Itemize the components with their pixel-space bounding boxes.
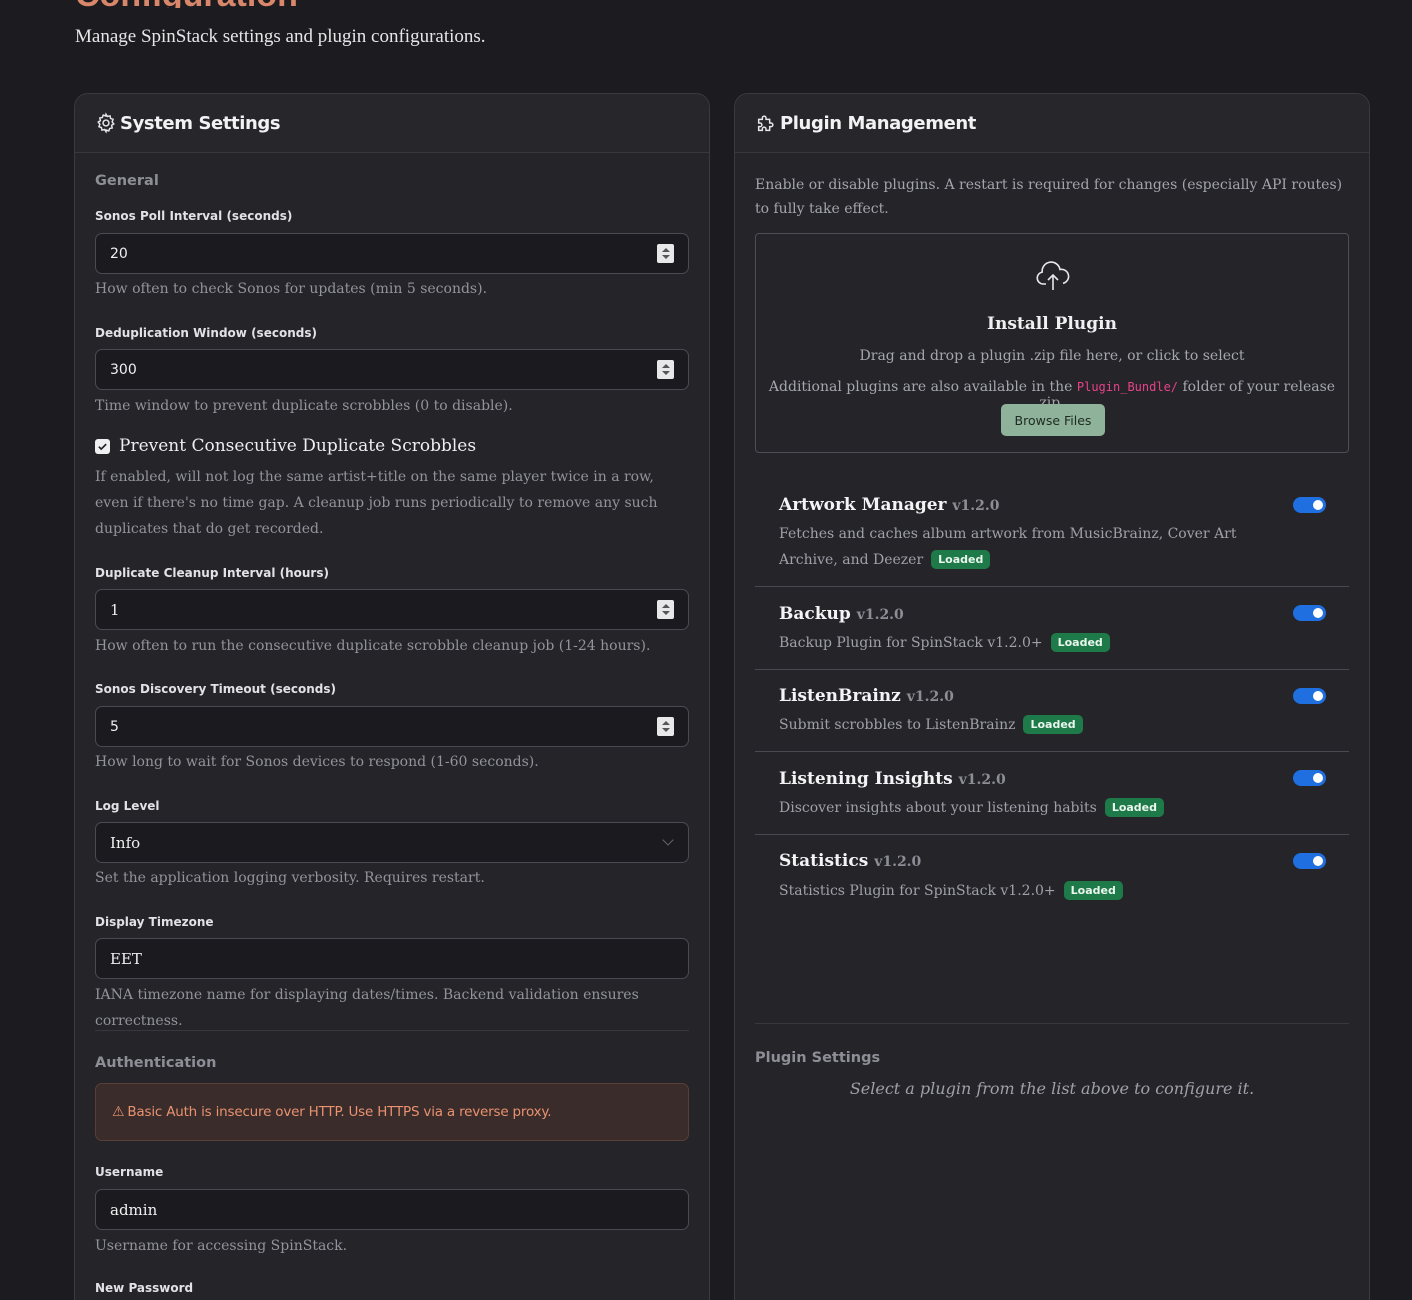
plugin-settings-title: Plugin Settings xyxy=(755,1050,881,1066)
plugin-toggle-listening-insights[interactable] xyxy=(1293,770,1326,786)
discovery-timeout-input[interactable]: 5 xyxy=(95,706,689,747)
page-title: Configuration xyxy=(75,0,1375,8)
username-label: Username xyxy=(95,1165,164,1179)
log-level-select[interactable]: Info xyxy=(95,822,689,863)
plugin-description: Submit scrobbles to ListenBrainz Loaded xyxy=(779,712,1299,738)
plugin-description: Fetches and caches album artwork from Mu… xyxy=(779,526,1237,569)
plugin-item-backup: Backup v1.2.0 Backup Plugin for SpinStac… xyxy=(755,587,1349,670)
log-level-help: Set the application logging verbosity. R… xyxy=(95,870,485,886)
plugin-version: v1.2.0 xyxy=(856,607,904,623)
plugin-management-title: Plugin Management xyxy=(780,112,977,134)
poll-interval-help: How often to check Sonos for updates (mi… xyxy=(95,281,488,297)
log-level-label: Log Level xyxy=(95,799,160,813)
new-password-label: New Password xyxy=(95,1281,194,1295)
status-badge: Loaded xyxy=(1050,633,1110,652)
dedup-window-label: Deduplication Window (seconds) xyxy=(95,326,317,340)
plugin-version: v1.2.0 xyxy=(906,689,954,705)
cleanup-interval-input[interactable]: 1 xyxy=(95,589,689,630)
timezone-input[interactable]: EET xyxy=(95,938,689,979)
poll-interval-value: 20 xyxy=(110,245,128,262)
general-section-title: General xyxy=(95,173,159,189)
status-badge: Loaded xyxy=(1063,881,1123,900)
plugin-toggle-statistics[interactable] xyxy=(1293,853,1326,869)
plugin-version: v1.2.0 xyxy=(958,772,1006,788)
plugin-description: Statistics Plugin for SpinStack v1.2.0+ L… xyxy=(779,878,1299,904)
discovery-timeout-value: 5 xyxy=(110,718,119,735)
plugin-management-header: Plugin Management xyxy=(735,94,1369,153)
system-settings-card: System Settings General Sonos Poll Inter… xyxy=(74,93,710,1300)
warning-icon: ⚠ xyxy=(112,1104,125,1120)
browse-files-button[interactable]: Browse Files xyxy=(1001,404,1105,436)
plugin-item-artwork-manager: Artwork Manager v1.2.0 Fetches and cache… xyxy=(755,475,1349,587)
plugin-description: Discover insights about your listening h… xyxy=(779,795,1299,821)
plugin-name: Statistics v1.2.0 xyxy=(779,851,922,871)
dedup-window-value: 300 xyxy=(110,361,137,378)
status-badge: Loaded xyxy=(1104,798,1165,817)
plugin-name: ListenBrainz v1.2.0 xyxy=(779,686,954,706)
status-badge: Loaded xyxy=(1023,715,1083,734)
dedup-window-input[interactable]: 300 xyxy=(95,349,689,390)
consecutive-dup-row: Prevent Consecutive Duplicate Scrobbles xyxy=(95,436,476,456)
plugin-management-card: Plugin Management Enable or disable plug… xyxy=(734,93,1370,1300)
cleanup-interval-label: Duplicate Cleanup Interval (hours) xyxy=(95,566,329,580)
plugin-toggle-backup[interactable] xyxy=(1293,605,1326,621)
dedup-window-help: Time window to prevent duplicate scrobbl… xyxy=(95,398,513,414)
cleanup-interval-stepper[interactable] xyxy=(657,600,674,619)
page-subtitle: Manage SpinStack settings and plugin con… xyxy=(75,26,486,47)
timezone-value: EET xyxy=(110,949,142,968)
plugin-name: Backup v1.2.0 xyxy=(779,604,904,624)
plugin-version: v1.2.0 xyxy=(874,854,922,870)
insecure-auth-alert: ⚠ Basic Auth is insecure over HTTP. Use … xyxy=(95,1083,689,1141)
plugin-toggle-artwork-manager[interactable] xyxy=(1293,497,1326,513)
plugin-settings-empty: Select a plugin from the list above to c… xyxy=(849,1079,1255,1098)
plugin-item-listening-insights: Listening Insights v1.2.0 Discover insig… xyxy=(755,752,1349,835)
plugin-item-statistics: Statistics v1.2.0 Statistics Plugin for … xyxy=(755,835,1349,915)
status-badge: Loaded xyxy=(931,550,991,569)
discovery-timeout-stepper[interactable] xyxy=(657,717,674,736)
plugin-bundle-path: Plugin_Bundle/ xyxy=(1076,380,1179,394)
plugin-settings-divider xyxy=(755,1023,1349,1024)
plugin-version: v1.2.0 xyxy=(952,498,1000,514)
dedup-window-stepper[interactable] xyxy=(657,360,674,379)
consecutive-dup-label[interactable]: Prevent Consecutive Duplicate Scrobbles xyxy=(119,436,476,456)
insecure-auth-text: Basic Auth is insecure over HTTP. Use HT… xyxy=(127,1104,552,1120)
authentication-section-title: Authentication xyxy=(95,1055,217,1071)
section-divider xyxy=(95,1030,689,1031)
page-header: Configuration Manage SpinStack settings … xyxy=(75,0,1375,47)
system-settings-header: System Settings xyxy=(75,94,709,153)
consecutive-dup-help: If enabled, will not log the same artist… xyxy=(95,469,658,537)
poll-interval-label: Sonos Poll Interval (seconds) xyxy=(95,209,293,223)
plugin-name: Artwork Manager v1.2.0 xyxy=(779,495,1000,515)
extra-text-pre: Additional plugins are also available in… xyxy=(768,379,1073,395)
plugin-intro-text: Enable or disable plugins. A restart is … xyxy=(755,177,1343,217)
poll-interval-input[interactable]: 20 xyxy=(95,233,689,274)
log-level-value: Info xyxy=(110,833,141,852)
discovery-timeout-label: Sonos Discovery Timeout (seconds) xyxy=(95,682,336,696)
install-plugin-subtitle: Drag and drop a plugin .zip file here, o… xyxy=(859,348,1245,364)
puzzle-icon xyxy=(755,112,777,134)
discovery-timeout-help: How long to wait for Sonos devices to re… xyxy=(95,754,539,770)
consecutive-dup-checkbox[interactable] xyxy=(95,438,110,454)
plugin-name: Listening Insights v1.2.0 xyxy=(779,769,1006,789)
install-plugin-dropzone[interactable]: Install Plugin Drag and drop a plugin .z… xyxy=(755,233,1349,453)
timezone-label: Display Timezone xyxy=(95,915,214,929)
username-input[interactable]: admin xyxy=(95,1189,689,1230)
plugin-item-listenbrainz: ListenBrainz v1.2.0 Submit scrobbles to … xyxy=(755,670,1349,752)
username-help: Username for accessing SpinStack. xyxy=(95,1238,348,1254)
plugin-description: Backup Plugin for SpinStack v1.2.0+ Loade… xyxy=(779,630,1299,656)
plugin-toggle-listenbrainz[interactable] xyxy=(1293,688,1326,704)
poll-interval-stepper[interactable] xyxy=(657,244,674,263)
gear-icon xyxy=(95,112,117,134)
username-value: admin xyxy=(110,1200,158,1219)
chevron-down-icon xyxy=(662,834,674,846)
timezone-help: IANA timezone name for displaying dates/… xyxy=(95,987,639,1029)
cleanup-interval-value: 1 xyxy=(110,600,120,619)
cleanup-interval-help: How often to run the consecutive duplica… xyxy=(95,638,651,654)
cloud-upload-icon xyxy=(1035,260,1071,296)
system-settings-title: System Settings xyxy=(120,112,281,134)
install-plugin-title: Install Plugin xyxy=(987,314,1117,334)
